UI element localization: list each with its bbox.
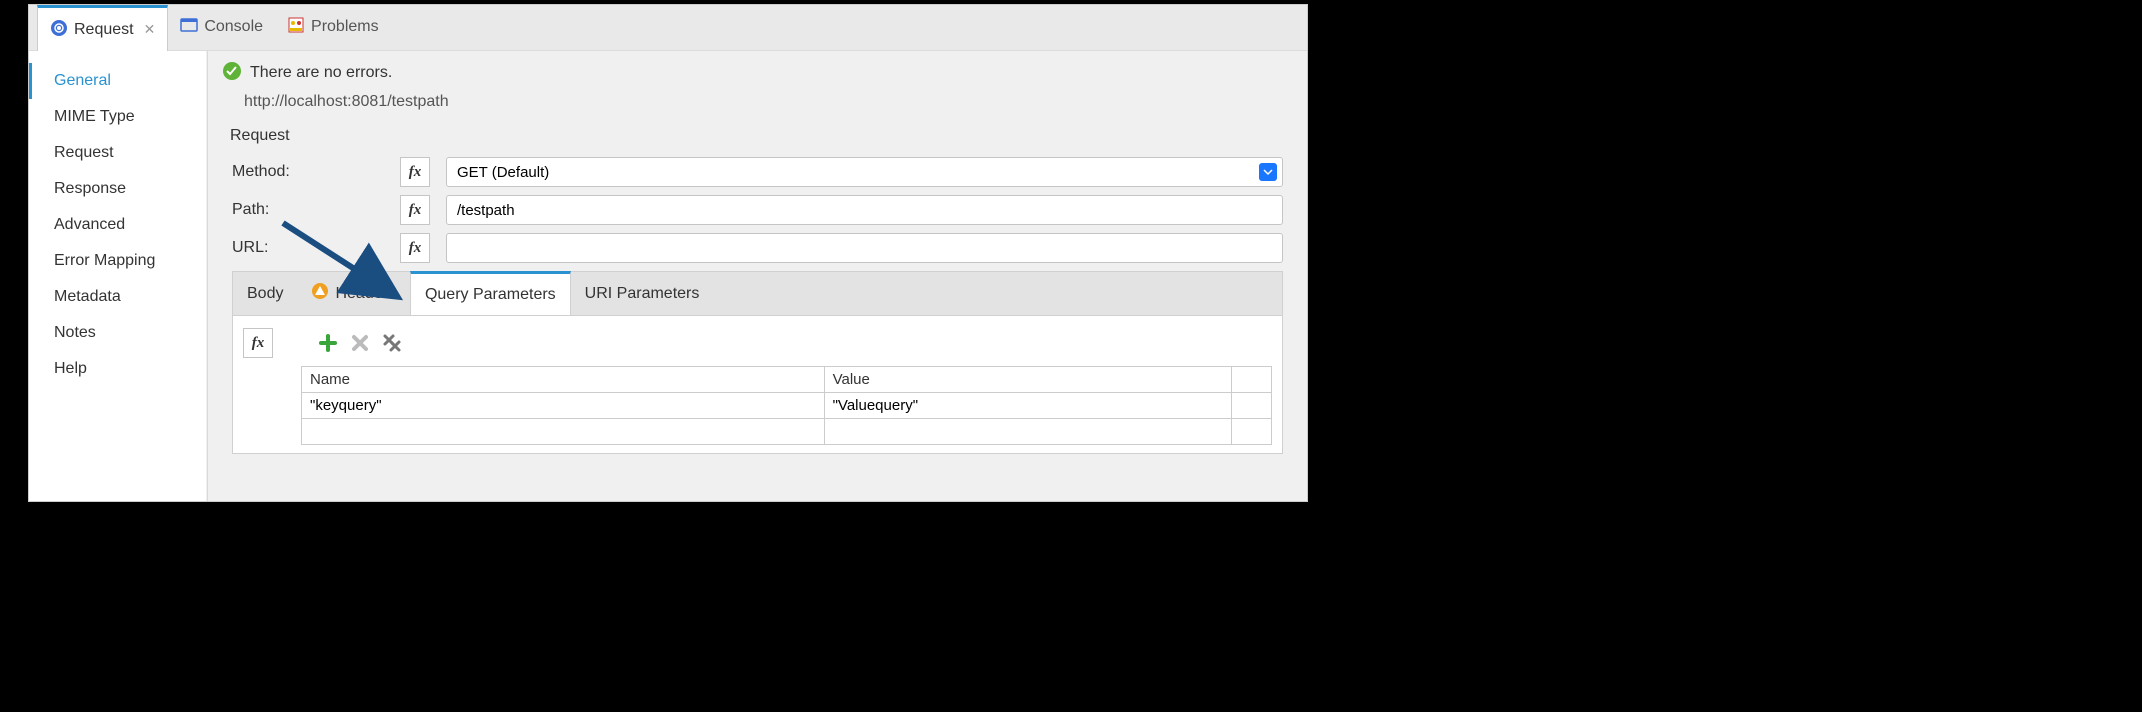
path-input[interactable] bbox=[446, 195, 1283, 225]
delete-icon[interactable] bbox=[349, 332, 371, 354]
tab-problems[interactable]: Problems bbox=[275, 4, 391, 50]
main-split: General MIME Type Request Response Advan… bbox=[29, 51, 1307, 501]
cell-action[interactable] bbox=[1232, 419, 1272, 445]
fx-button-method[interactable]: fx bbox=[400, 157, 430, 187]
tab-label: Console bbox=[204, 18, 263, 36]
app-window: Request ✕ Console Problems General MIME … bbox=[28, 4, 1308, 502]
sidebar-item-advanced[interactable]: Advanced bbox=[29, 207, 206, 243]
editor-tabs: Request ✕ Console Problems bbox=[29, 5, 1307, 51]
row-path: Path: fx bbox=[232, 195, 1283, 225]
close-icon[interactable]: ✕ bbox=[144, 21, 156, 38]
tab-console[interactable]: Console bbox=[168, 4, 275, 50]
subtab-label: Body bbox=[247, 285, 283, 303]
sidebar-item-error-mapping[interactable]: Error Mapping bbox=[29, 243, 206, 279]
col-header-action bbox=[1232, 367, 1272, 393]
cell-action[interactable] bbox=[1232, 393, 1272, 419]
tab-request[interactable]: Request ✕ bbox=[37, 5, 168, 51]
cell-name[interactable]: "keyquery" bbox=[302, 393, 825, 419]
fx-button-url[interactable]: fx bbox=[400, 233, 430, 263]
problems-icon bbox=[287, 16, 305, 38]
sidebar-item-response[interactable]: Response bbox=[29, 171, 206, 207]
method-value: GET (Default) bbox=[457, 164, 549, 181]
url-display: http://localhost:8081/testpath bbox=[216, 89, 1291, 123]
url-input[interactable] bbox=[446, 233, 1283, 263]
add-icon[interactable] bbox=[317, 332, 339, 354]
col-header-value: Value bbox=[824, 367, 1231, 393]
label-path: Path: bbox=[232, 201, 400, 219]
warning-icon bbox=[311, 282, 329, 305]
col-header-name: Name bbox=[302, 367, 825, 393]
status-row: There are no errors. bbox=[216, 57, 1291, 89]
params-panel: fx bbox=[232, 315, 1283, 454]
method-select[interactable]: GET (Default) bbox=[446, 157, 1283, 187]
params-toolbar: fx bbox=[241, 324, 1274, 366]
cell-value[interactable]: "Valuequery" bbox=[824, 393, 1231, 419]
section-title: Request bbox=[216, 123, 1291, 151]
sidebar-item-metadata[interactable]: Metadata bbox=[29, 279, 206, 315]
success-icon bbox=[222, 61, 242, 85]
subtab-label: Query Parameters bbox=[425, 286, 556, 304]
subtab-label: Headers bbox=[335, 285, 395, 303]
row-url: URL: fx bbox=[232, 233, 1283, 263]
cell-name[interactable] bbox=[302, 419, 825, 445]
subtab-body[interactable]: Body bbox=[233, 272, 297, 315]
label-url: URL: bbox=[232, 239, 400, 257]
sidebar-item-request[interactable]: Request bbox=[29, 135, 206, 171]
subtab-headers[interactable]: Headers bbox=[297, 272, 409, 315]
sidebar: General MIME Type Request Response Advan… bbox=[29, 51, 207, 501]
clear-all-icon[interactable] bbox=[381, 332, 403, 354]
request-form: Method: fx GET (Default) Path: fx bbox=[216, 151, 1291, 454]
subtab-label: URI Parameters bbox=[585, 285, 700, 303]
sidebar-item-mime-type[interactable]: MIME Type bbox=[29, 99, 206, 135]
chevron-down-icon[interactable] bbox=[1259, 163, 1277, 181]
status-text: There are no errors. bbox=[250, 64, 392, 82]
table-row[interactable]: "keyquery" "Valuequery" bbox=[302, 393, 1272, 419]
subtab-uri-parameters[interactable]: URI Parameters bbox=[571, 272, 714, 315]
tab-label: Request bbox=[74, 21, 134, 39]
tab-label: Problems bbox=[311, 18, 379, 36]
table-row[interactable] bbox=[302, 419, 1272, 445]
request-subtabs: Body Headers Query Parameters URI Parame… bbox=[232, 271, 1283, 315]
content-panel: There are no errors. http://localhost:80… bbox=[207, 51, 1307, 501]
console-icon bbox=[180, 16, 198, 38]
cell-value[interactable] bbox=[824, 419, 1231, 445]
sidebar-item-notes[interactable]: Notes bbox=[29, 315, 206, 351]
sidebar-item-general[interactable]: General bbox=[29, 63, 206, 99]
label-method: Method: bbox=[232, 163, 400, 181]
fx-button-params[interactable]: fx bbox=[243, 328, 273, 358]
params-table: Name Value "keyquery" "Valuequery" bbox=[301, 366, 1272, 445]
request-icon bbox=[50, 19, 68, 41]
row-method: Method: fx GET (Default) bbox=[232, 157, 1283, 187]
sidebar-item-help[interactable]: Help bbox=[29, 351, 206, 387]
subtab-query-parameters[interactable]: Query Parameters bbox=[410, 271, 571, 315]
fx-button-path[interactable]: fx bbox=[400, 195, 430, 225]
